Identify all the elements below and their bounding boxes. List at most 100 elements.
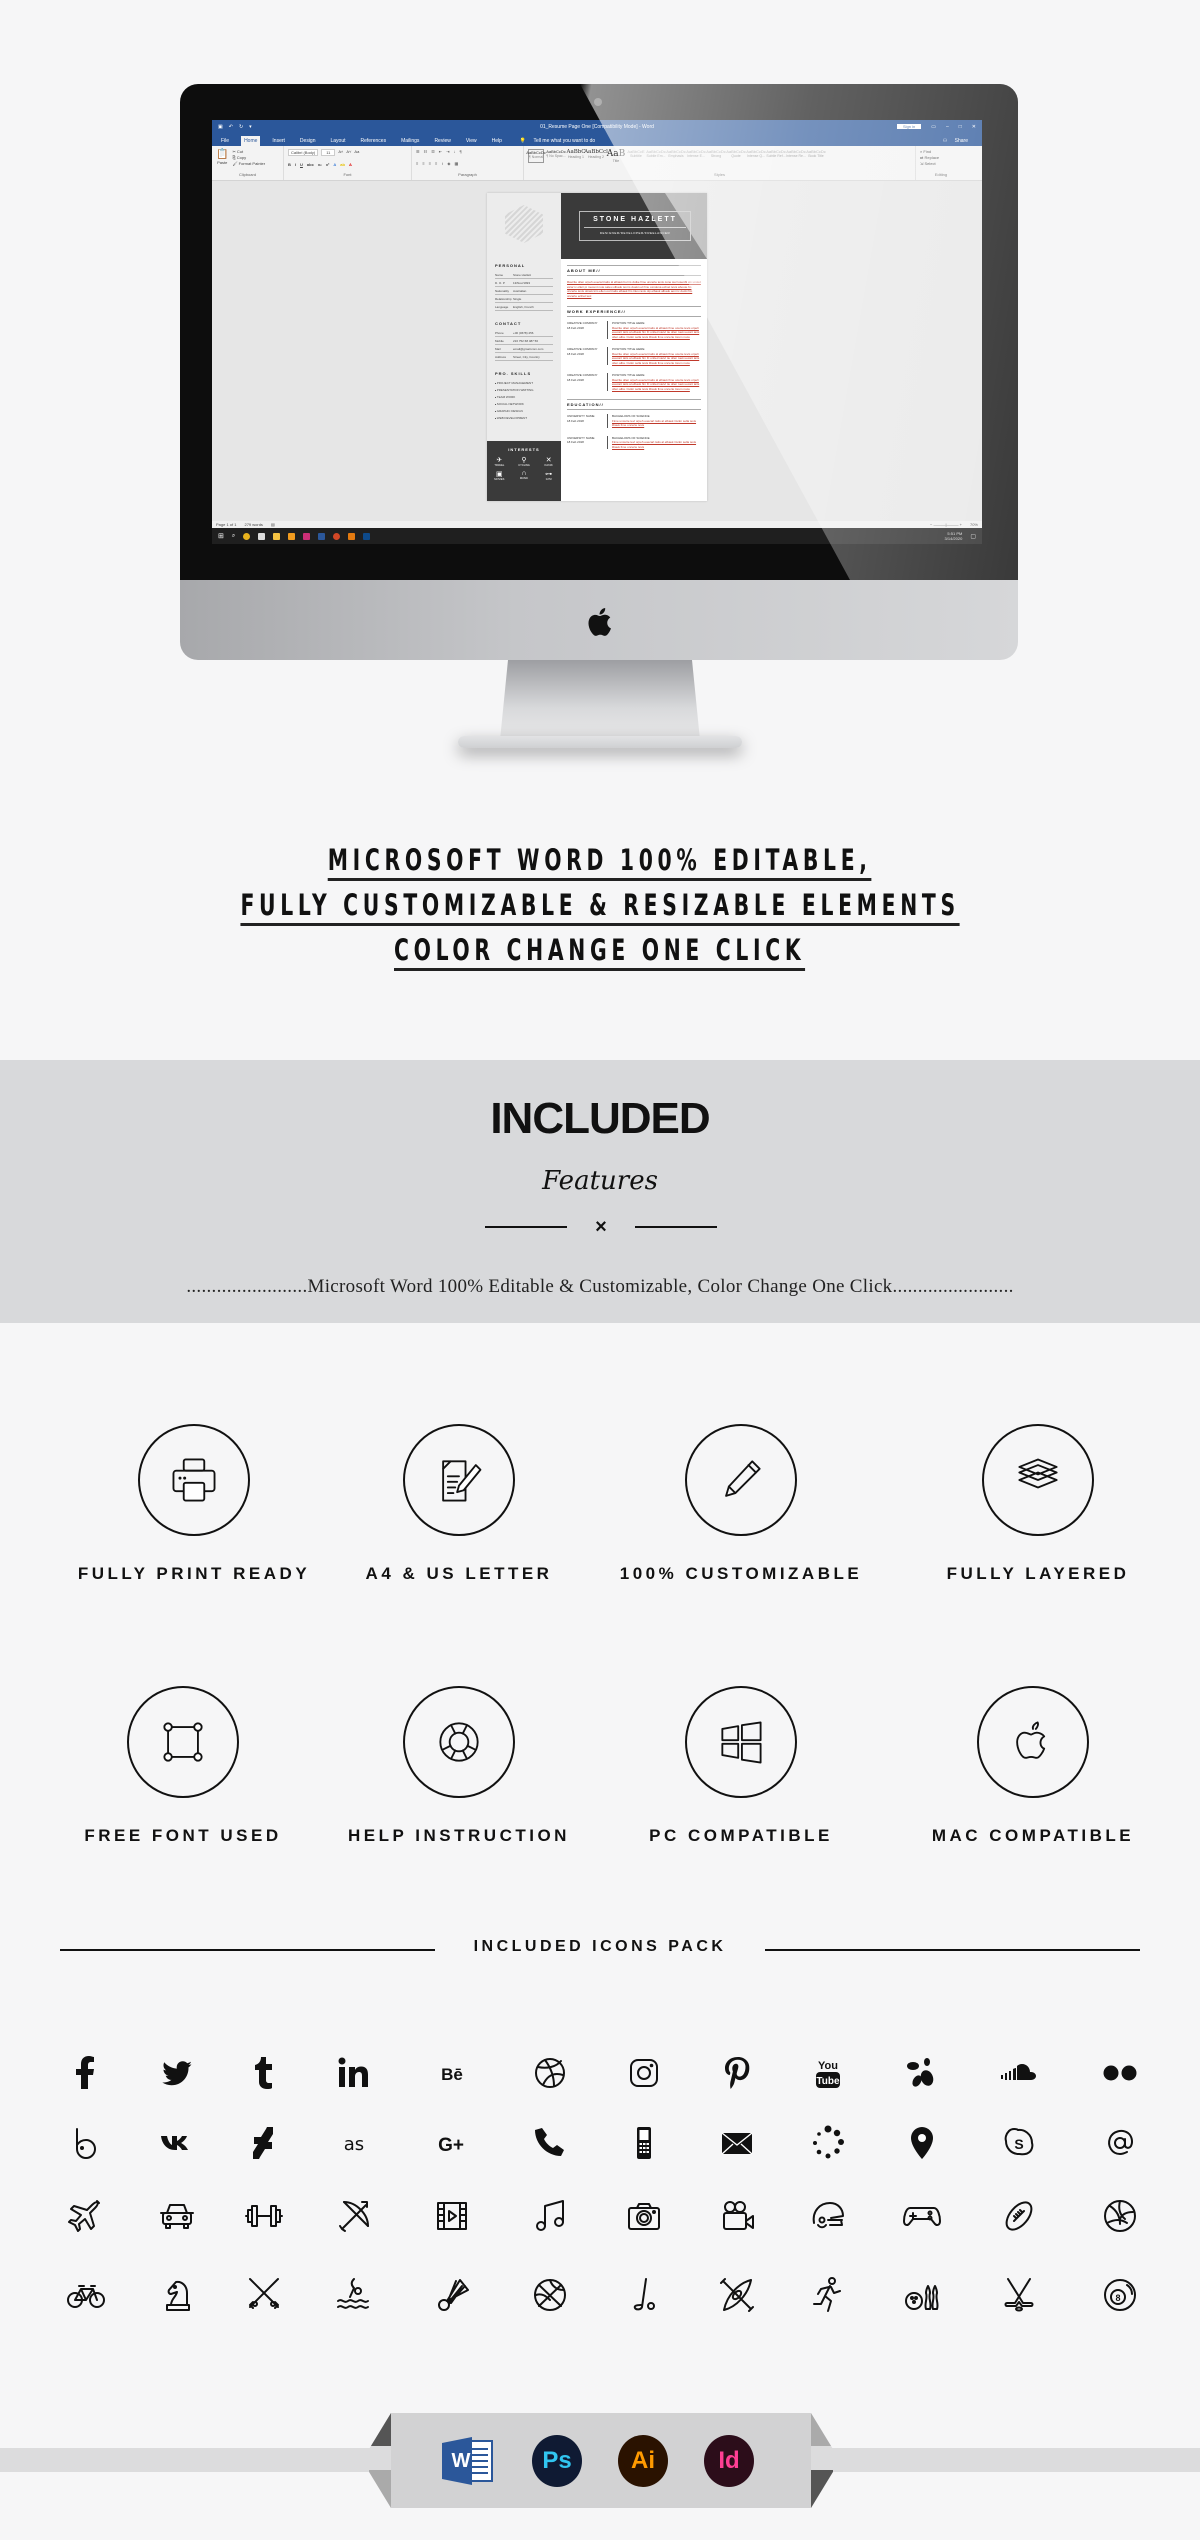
strikethrough-button[interactable]: abc <box>307 162 314 167</box>
justify-icon[interactable]: ≡ <box>435 161 437 166</box>
align-right-icon[interactable]: ≡ <box>429 161 431 166</box>
indesign-taskbar-icon[interactable] <box>303 532 311 540</box>
resume-page: PERSONAL Name Stone Hazlett D. O. P 13/Nov/… <box>487 193 707 501</box>
zoom-slider[interactable]: − ———|——— + <box>930 522 962 527</box>
cycling-icon: ⚲ <box>521 457 527 464</box>
style-quote[interactable]: AaBbCcDc Quote <box>726 149 746 163</box>
powerpoint-taskbar-icon[interactable] <box>333 532 341 540</box>
ribbon-tab-mailings[interactable]: Mailings <box>398 136 422 146</box>
feature-fully-layered: FULLY LAYERED <box>908 1424 1168 1584</box>
style-emphasis[interactable]: AaBbCcDc Emphasis <box>666 149 686 163</box>
maximize-button[interactable]: □ <box>959 124 962 130</box>
font-name-select[interactable]: Calibri (Body) <box>288 149 319 156</box>
highlight-icon[interactable]: ab <box>340 162 345 167</box>
start-icon[interactable]: ⊞ <box>218 532 224 540</box>
style-book-title[interactable]: AaBbCcDc Book Title <box>806 149 826 163</box>
notification-icon[interactable]: ▢ <box>970 533 976 540</box>
info-row: Phone +00 (0678) 456 <box>495 329 553 337</box>
line-spacing-icon[interactable]: ↕ <box>441 161 443 166</box>
replace-button[interactable]: ⇄ Replace <box>920 155 962 160</box>
cut-button[interactable]: ✂ Cut <box>232 149 265 154</box>
align-left-icon[interactable]: ≡ <box>416 161 418 166</box>
sign-in-button[interactable]: Sign in <box>897 124 922 129</box>
illustrator-taskbar-icon[interactable] <box>288 532 296 540</box>
style-subtle-em-[interactable]: AaBbCcDc Subtle Em... <box>646 149 666 163</box>
find-button[interactable]: ⌕ Find <box>920 149 962 154</box>
style-strong[interactable]: AaBbCcDc Strong <box>706 149 726 163</box>
outdent-icon[interactable]: ⇥ <box>446 149 449 154</box>
style-intense-q-[interactable]: AaBbCcDc Intense Q... <box>746 149 766 163</box>
document-canvas[interactable]: PERSONAL Name Stone Hazlett D. O. P 13/Nov/… <box>212 181 982 521</box>
ribbon-tab-home[interactable]: Home <box>241 136 261 146</box>
photoshop-taskbar-icon[interactable] <box>363 532 371 540</box>
multilevel-icon[interactable]: ☲ <box>431 149 435 154</box>
paste-button[interactable]: 📋 Paste <box>216 149 228 166</box>
file-explorer-icon[interactable] <box>273 532 281 540</box>
bullets-icon[interactable]: ☰ <box>416 149 420 154</box>
copy-button[interactable]: ⎘ Copy <box>232 155 265 160</box>
style-name: Book Title <box>808 154 824 158</box>
subscript-button[interactable]: x₂ <box>318 162 322 167</box>
calculator-icon[interactable] <box>258 532 266 540</box>
align-center-icon[interactable]: ≡ <box>422 161 424 166</box>
ai-taskbar-icon[interactable] <box>348 532 356 540</box>
word-count[interactable]: 279 words <box>244 522 262 527</box>
zoom-level[interactable]: 70% <box>970 522 978 527</box>
personal-heading: PERSONAL <box>495 263 526 268</box>
select-button[interactable]: ⇲ Select <box>920 161 962 166</box>
font-size-select[interactable]: 11 <box>321 149 336 156</box>
bold-button[interactable]: B <box>288 162 291 167</box>
style-title[interactable]: AaB Title <box>607 149 625 163</box>
included-band: INCLUDED Features × ....................… <box>0 1060 1200 1323</box>
ribbon-tab-layout[interactable]: Layout <box>328 136 349 146</box>
ribbon-display-icon[interactable]: ▭ <box>931 124 936 130</box>
grow-font-icon[interactable]: A˄ <box>338 149 343 156</box>
airplane-icon <box>61 2191 111 2241</box>
shading-icon[interactable]: ◈ <box>447 161 450 166</box>
chrome-icon[interactable] <box>243 532 251 540</box>
italic-button[interactable]: I <box>295 162 296 167</box>
ribbon-tab-file[interactable]: File <box>218 136 232 146</box>
search-icon[interactable]: ⌕ <box>232 533 235 540</box>
proofing-icon[interactable]: ▤ <box>271 522 275 527</box>
indent-icon[interactable]: ⇤ <box>439 149 442 154</box>
text-effects-icon[interactable]: A <box>333 162 336 167</box>
style-intense-e-[interactable]: AaBbCcDc Intense E... <box>686 149 706 163</box>
style-heading-1[interactable]: AaBbC Heading 1 <box>566 149 585 163</box>
ribbon-tab-help[interactable]: Help <box>489 136 505 146</box>
ribbon-tab-tell-me-what-you-want-to-do[interactable]: 💡 Tell me what you want to do <box>514 136 601 146</box>
style-subtle-ref-[interactable]: AaBbCcDc Subtle Ref... <box>766 149 786 163</box>
ribbon-tab-design[interactable]: Design <box>297 136 319 146</box>
ribbon-tab-insert[interactable]: Insert <box>269 136 288 146</box>
style--no-spac-[interactable]: AaBbCcDc ¶ No Spac... <box>546 149 566 163</box>
close-button[interactable]: ✕ <box>972 124 976 130</box>
superscript-button[interactable]: x² <box>326 162 330 167</box>
share-button[interactable]: ⚇ Share <box>937 136 974 146</box>
interests-heading: INTERESTS <box>508 447 540 452</box>
ribbon-tab-view[interactable]: View <box>463 136 480 146</box>
style-name: Subtle Em... <box>646 154 666 158</box>
ribbon-tab-references[interactable]: References <box>358 136 390 146</box>
system-clock[interactable]: 5:51 PM 3/14/2020 <box>945 531 963 541</box>
borders-icon[interactable]: ▦ <box>454 161 458 166</box>
shrink-font-icon[interactable]: A˅ <box>346 149 351 156</box>
minimize-button[interactable]: – <box>946 124 949 130</box>
feature-100-customizable: 100% CUSTOMIZABLE <box>611 1424 871 1584</box>
change-case-icon[interactable]: Aa <box>354 149 359 156</box>
format-painter-button[interactable]: 🖌 Format Painter <box>232 161 265 166</box>
style-intense-re-[interactable]: AaBbCcDc Intense Re... <box>786 149 806 163</box>
font-color-icon[interactable]: A <box>349 162 352 167</box>
numbering-icon[interactable]: ☷ <box>424 149 428 154</box>
ribbon-tab-review[interactable]: Review <box>431 136 453 146</box>
info-key: D. O. P <box>495 280 505 285</box>
mobile-phone-icon <box>619 2118 669 2168</box>
style-heading-2[interactable]: AaBbCcl Heading 2 <box>584 149 608 163</box>
group-label: Editing <box>934 172 948 177</box>
pilcrow-icon[interactable]: ¶ <box>460 149 462 154</box>
sort-icon[interactable]: ↓ <box>454 149 456 154</box>
style--normal[interactable]: AaBbCcDc ¶ Normal <box>526 149 546 163</box>
word-taskbar-icon[interactable] <box>318 532 326 540</box>
info-value: 13/Nov/1993 <box>513 280 531 285</box>
style-subtitle[interactable]: AaBbCcE Subtitle <box>627 149 644 163</box>
underline-button[interactable]: U <box>300 162 303 167</box>
